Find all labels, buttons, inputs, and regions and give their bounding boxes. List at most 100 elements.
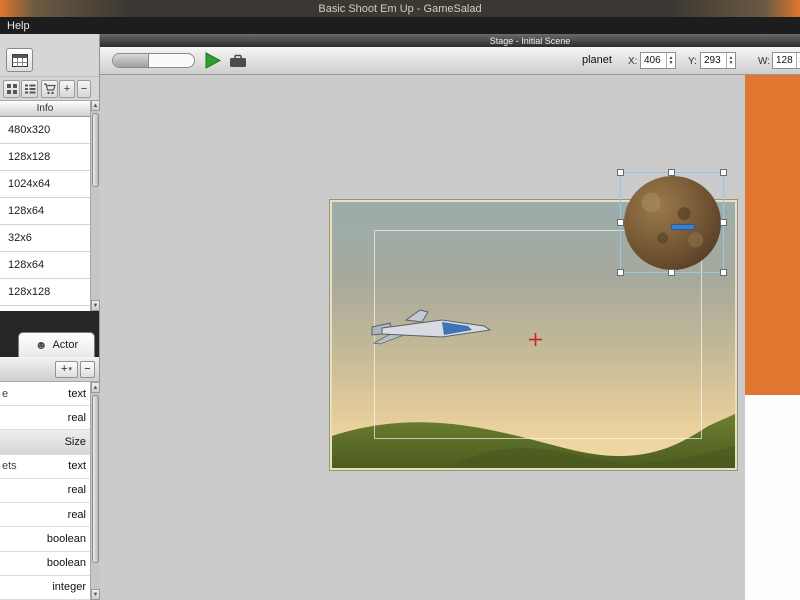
attribute-row[interactable]: e text [0,382,90,407]
x-input[interactable]: 406 ▲ ▼ [640,52,676,69]
attribute-name: e [2,387,9,400]
library-panel: + − Info 480x320 128x128 1024x64 128x64 … [0,34,100,600]
library-item[interactable]: 128x64 [0,198,90,225]
library-item[interactable]: 32x6 [0,225,90,252]
library-item-label: 480x320 [8,124,51,136]
stepper-arrows-icon[interactable]: ▲▼ [726,53,735,68]
table-view-button[interactable] [6,48,33,72]
grid-view-button[interactable] [3,80,20,98]
attribute-row[interactable]: boolean [0,551,90,576]
menu-bar: Help [0,17,800,34]
y-input[interactable]: 293 ▲ ▼ [700,52,736,69]
grid-icon [6,84,17,94]
x-value: 406 [644,55,661,66]
attribute-type: boolean [46,557,86,570]
selected-actor-name: planet [582,54,612,66]
library-item[interactable]: 128x64 [0,252,90,279]
window-titlebar[interactable]: Basic Shoot Em Up - GameSalad [0,0,800,17]
list-view-button[interactable] [21,80,38,98]
attribute-row[interactable]: boolean [0,527,90,552]
planet-actor-selection[interactable] [617,169,727,276]
resize-handle[interactable] [617,269,624,276]
y-value: 293 [704,55,721,66]
scroll-up-icon[interactable]: ▲ [91,382,100,393]
library-item[interactable]: 128x128 [0,279,90,306]
attribute-remove-button[interactable]: − [80,361,95,378]
attribute-row[interactable]: ets text [0,454,90,479]
actor-tab-bar: ☻ Actor [0,311,99,357]
library-item-label: 1024x64 [8,178,51,190]
attribute-type: real [67,508,86,521]
y-label: Y: [688,56,697,67]
attribute-type: text [68,387,86,400]
stage-toolbar: planet X: 406 ▲▼ Y: 293 ▲▼ W: 128 ▲▼ [100,47,800,75]
planet-sprite[interactable] [624,176,721,270]
window-title: Basic Shoot Em Up - GameSalad [318,2,482,15]
library-column-header[interactable]: Info [0,100,90,117]
resize-handle[interactable] [720,218,727,226]
attribute-row[interactable]: integer [0,575,90,600]
library-remove-button[interactable]: − [77,80,91,98]
scroll-down-icon[interactable]: ▼ [91,589,100,600]
resize-handle[interactable] [668,169,675,176]
table-icon [11,53,28,67]
resize-handle[interactable] [720,169,727,176]
cart-icon [44,83,56,95]
attribute-type: text [68,460,86,473]
briefcase-icon[interactable] [229,54,247,68]
play-button[interactable] [204,51,222,70]
attributes-toolbar: + ▾ − [0,357,99,382]
attribute-row[interactable]: real [0,503,90,528]
chevron-down-icon: ▾ [68,366,72,373]
library-scrollbar-thumb[interactable] [92,113,99,187]
scroll-up-icon[interactable]: ▲ [91,100,100,111]
library-list: 480x320 128x128 1024x64 128x64 32x6 128x… [0,117,90,311]
library-item-label: 128x128 [8,286,51,298]
attribute-add-button[interactable]: + ▾ [55,361,78,378]
blue-indicator-bar [671,224,695,230]
scroll-down-icon[interactable]: ▼ [91,300,100,311]
w-input[interactable]: 128 ▲▼ [772,52,800,69]
resize-handle[interactable] [617,218,624,226]
cart-button[interactable] [41,80,58,98]
w-value: 128 [776,55,793,66]
stepper-arrows-icon[interactable]: ▲▼ [666,53,675,68]
attribute-row[interactable]: Size [0,430,90,455]
attribute-type: boolean [46,532,86,545]
library-scrollbar[interactable]: ▲ ▼ [90,100,100,311]
stage-canvas[interactable] [100,75,745,600]
playback-progress-bar[interactable] [112,53,195,68]
stage-title: Stage - Initial Scene [489,35,571,46]
library-item[interactable]: 480x320 [0,117,90,144]
resize-handle[interactable] [617,169,624,176]
library-item-label: 128x128 [8,151,51,163]
actor-face-icon: ☻ [34,338,48,352]
library-item[interactable]: 1024x64 [0,171,90,198]
library-toolbar [0,34,99,76]
resize-handle[interactable] [668,269,675,276]
attribute-type: real [67,484,86,497]
library-column-label: Info [36,103,54,114]
attribute-name: ets [2,460,17,473]
menu-help[interactable]: Help [7,20,30,32]
attribute-row[interactable]: real [0,478,90,504]
stage-header: Stage - Initial Scene [100,34,800,47]
progress-fill [113,54,150,67]
scene-center-crosshair [529,333,542,346]
gamesalad-window: Basic Shoot Em Up - GameSalad Help + − I… [0,0,800,600]
attribute-type: Size [64,436,86,449]
attributes-scrollbar-thumb[interactable] [92,395,99,563]
attribute-row[interactable]: real [0,406,90,431]
tab-actor[interactable]: ☻ Actor [18,332,95,357]
library-item-label: 32x6 [8,232,32,244]
library-item[interactable]: 128x128 [0,144,90,171]
resize-handle[interactable] [720,269,727,276]
library-add-button[interactable]: + [59,80,75,98]
background-panel [745,395,800,600]
stepper-arrows-icon[interactable]: ▲▼ [796,53,800,68]
w-label: W: [758,56,771,67]
library-item-label: 128x64 [8,205,45,217]
desktop-background [745,75,800,395]
attributes-scrollbar[interactable]: ▲ ▼ [90,382,100,600]
player-ship-sprite[interactable] [370,307,494,353]
